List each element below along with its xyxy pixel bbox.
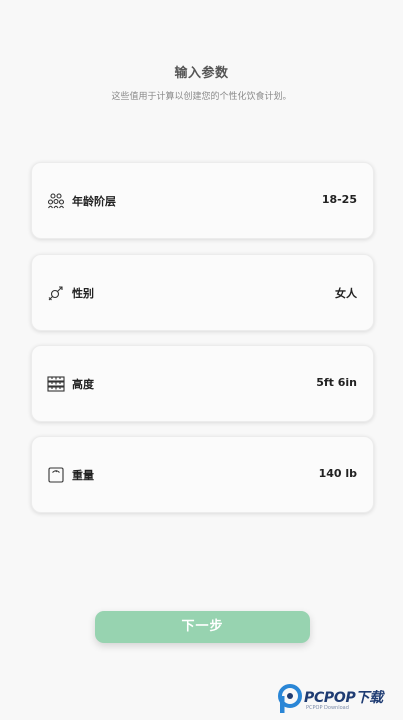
height-value: 5ft 6in: [316, 376, 357, 389]
height-label: 高度: [72, 378, 94, 391]
weight-value: 140 lb: [318, 467, 357, 480]
watermark-subtext: PCPOP Download: [306, 705, 349, 711]
weight-label: 重量: [72, 469, 94, 482]
page-title: 输入参数: [174, 66, 229, 81]
watermark: PCPOP下载 PCPOP Download: [278, 684, 400, 716]
next-step-button[interactable]: 下一步: [95, 611, 310, 643]
age-group-value: 18-25: [321, 193, 357, 206]
pcpop-logo-icon: [278, 684, 304, 714]
scale-icon: [47, 466, 65, 484]
gender-value: 女人: [335, 287, 357, 300]
age-group-label: 年龄阶层: [72, 195, 116, 208]
watermark-text: PCPOP下载: [304, 690, 383, 706]
age-group-card[interactable]: 年龄阶层 18-25: [31, 162, 374, 239]
gender-label: 性别: [72, 287, 94, 300]
header: 输入参数 这些值用于计算以创建您的个性化饮食计划。: [0, 62, 403, 102]
page-subtitle: 这些值用于计算以创建您的个性化饮食计划。: [111, 92, 292, 102]
gender-card[interactable]: 性别 女人: [31, 254, 374, 331]
gender-icon: [47, 284, 65, 302]
weight-card[interactable]: 重量 140 lb: [31, 436, 374, 513]
ruler-icon: [47, 375, 65, 393]
height-card[interactable]: 高度 5ft 6in: [31, 345, 374, 422]
people-group-icon: [47, 192, 65, 210]
